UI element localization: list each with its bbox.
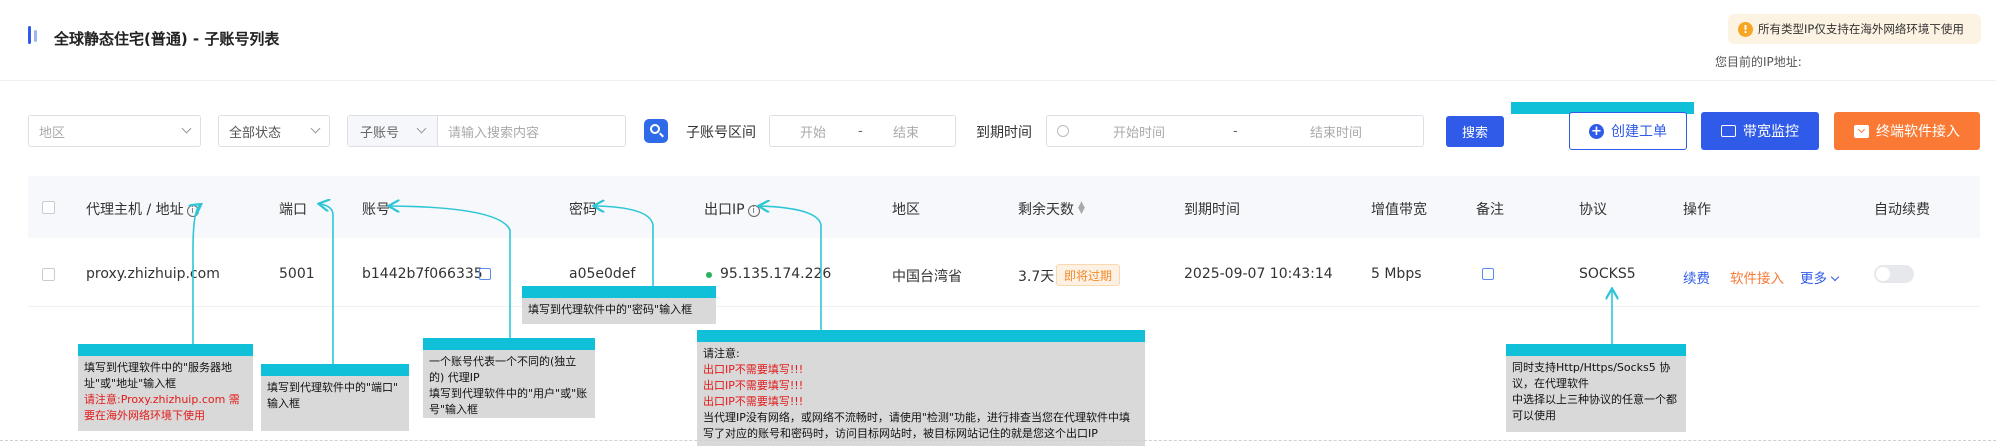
annotation-bar-account	[423, 338, 595, 350]
annotation-protocol-line: 中选择以上三种协议的任意一个都	[1512, 393, 1677, 406]
annotation-account-line: 的) 代理IP	[429, 371, 480, 384]
annotation-exit-ip-title: 请注意:	[703, 347, 740, 360]
annotation-protocol-line: 可以使用	[1512, 409, 1556, 422]
annotation-host: 填写到代理软件中的"服务器地 址"或"地址"输入框 请注意:Proxy.zhiz…	[78, 356, 253, 431]
annotation-account-line: 号"输入框	[429, 403, 479, 416]
annotation-arrow-port	[320, 204, 334, 365]
annotation-port-line: 输入框	[267, 397, 300, 410]
annotation-bar-exit-ip	[697, 330, 1145, 342]
annotation-bar-port	[261, 364, 409, 376]
annotation-host-line: 址"或"地址"输入框	[84, 377, 177, 390]
annotation-bar-password	[522, 286, 716, 298]
annotation-arrow-host	[193, 205, 200, 345]
annotation-host-line: 填写到代理软件中的"服务器地	[84, 361, 233, 374]
annotation-port: 填写到代理软件中的"端口" 输入框	[261, 376, 409, 431]
annotation-protocol: 同时支持Http/Https/Socks5 协 议，在代理软件 中选择以上三种协…	[1506, 356, 1686, 432]
annotation-account: 一个账号代表一个不同的(独立 的) 代理IP 填写到代理软件中的"用户"或"账 …	[423, 350, 595, 418]
annotation-account-line: 填写到代理软件中的"用户"或"账	[429, 387, 588, 400]
annotation-protocol-line: 议，在代理软件	[1512, 377, 1589, 390]
annotation-password: 填写到代理软件中的"密码"输入框	[522, 298, 716, 324]
annotation-port-line: 填写到代理软件中的"端口"	[267, 381, 399, 394]
annotation-exit-ip-warning: 出口IP不需要填写!!!	[703, 395, 804, 408]
annotation-exit-ip: 请注意: 出口IP不需要填写!!! 出口IP不需要填写!!! 出口IP不需要填写…	[697, 342, 1145, 446]
annotation-bar-protocol	[1506, 344, 1686, 356]
annotation-exit-ip-warning: 出口IP不需要填写!!!	[703, 363, 804, 376]
annotation-password-line: 填写到代理软件中的"密码"输入框	[528, 303, 693, 316]
annotation-account-line: 一个账号代表一个不同的(独立	[429, 355, 577, 368]
annotation-bar-host	[78, 344, 253, 356]
annotation-arrow-password	[595, 206, 654, 287]
bottom-divider	[0, 440, 1996, 441]
annotation-arrow-exit-ip	[760, 206, 822, 330]
annotation-arrow-account	[390, 206, 511, 340]
annotation-exit-ip-warning: 出口IP不需要填写!!!	[703, 379, 804, 392]
annotation-protocol-line: 同时支持Http/Https/Socks5 协	[1512, 361, 1671, 374]
annotation-host-warning: 请注意:Proxy.zhizhuip.com 需	[84, 393, 240, 406]
annotation-host-warning: 要在海外网络环境下使用	[84, 409, 205, 422]
annotation-exit-ip-line: 当代理IP没有网络，或网络不流畅时，请使用"检测"功能，进行排查当您在代理软件中…	[703, 411, 1130, 424]
